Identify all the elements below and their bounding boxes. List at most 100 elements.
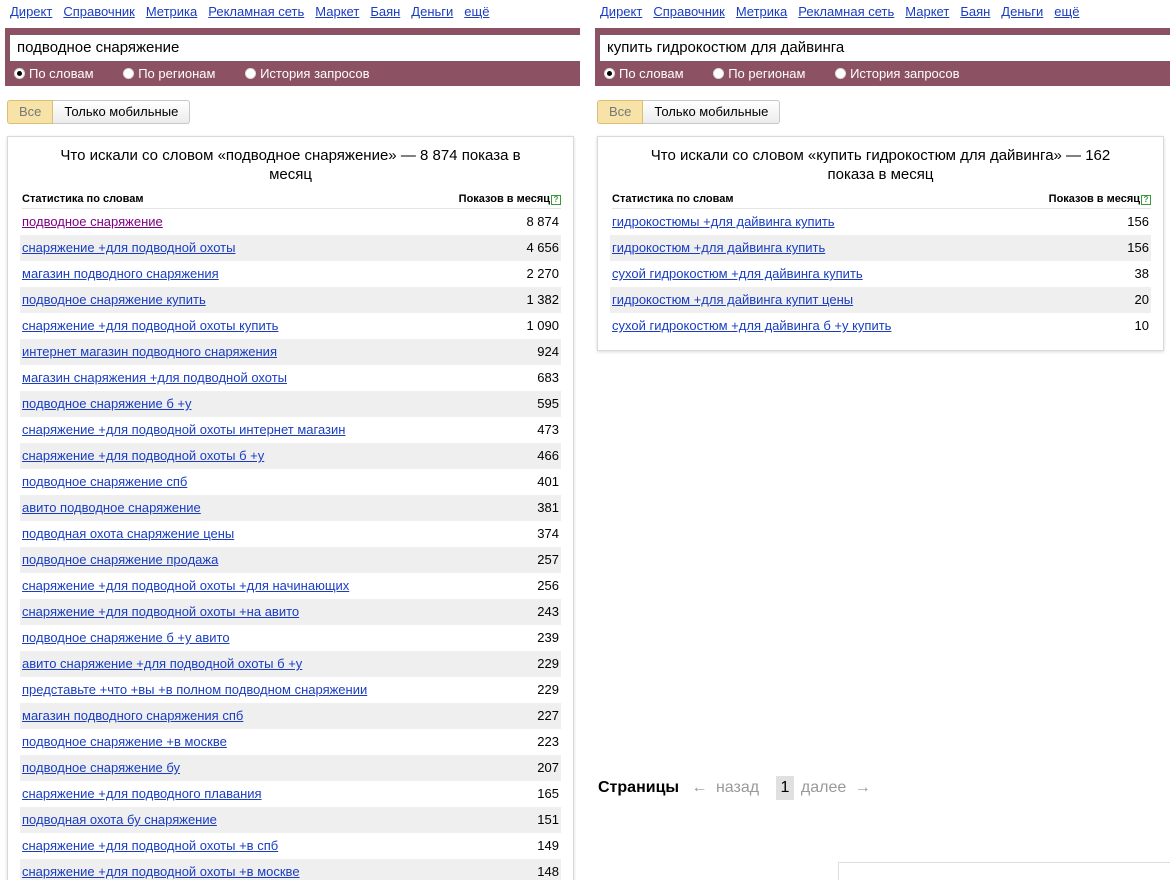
radio-query-history[interactable]: История запросов — [835, 66, 960, 82]
service-link-dengi[interactable]: Деньги — [1001, 4, 1043, 19]
service-link-dengi[interactable]: Деньги — [411, 4, 453, 19]
impressions-count: 20 — [1134, 292, 1149, 307]
radio-by-regions[interactable]: По регионам — [123, 66, 215, 82]
impressions-count: 256 — [537, 578, 559, 593]
phrase-link[interactable]: гидрокостюмы +для дайвинга купить — [612, 214, 835, 229]
help-icon[interactable]: ? — [1141, 195, 1151, 205]
radio-unchecked-icon — [123, 68, 135, 79]
filter-mobile-button[interactable]: Только мобильные — [53, 100, 191, 124]
table-row: сухой гидрокостюм +для дайвинга купить 38 — [610, 261, 1151, 287]
phrase-link[interactable]: подводная охота снаряжение цены — [22, 526, 234, 541]
phrase-link[interactable]: подводное снаряжение продажа — [22, 552, 218, 567]
impressions-count: 595 — [537, 396, 559, 411]
service-link-direct[interactable]: Директ — [10, 4, 52, 19]
service-link-market[interactable]: Маркет — [905, 4, 949, 19]
phrase-link[interactable]: авито снаряжение +для подводной охоты б … — [22, 656, 302, 671]
table-row: интернет магазин подводного снаряжения 92… — [20, 339, 561, 365]
service-link-bayan[interactable]: Баян — [960, 4, 990, 19]
phrase-link[interactable]: подводное снаряжение б +у — [22, 396, 192, 411]
phrase-link[interactable]: гидрокостюм +для дайвинга купит цены — [612, 292, 853, 307]
service-link-metrika[interactable]: Метрика — [146, 4, 197, 19]
table-row: подводное снаряжение бу 207 — [20, 755, 561, 781]
bottom-panel-edge — [838, 862, 1170, 880]
search-input[interactable]: купить гидрокостюм для дайвинга — [599, 34, 1170, 62]
service-link-direct[interactable]: Директ — [600, 4, 642, 19]
phrase-link[interactable]: подводное снаряжение купить — [22, 292, 206, 307]
radio-by-regions[interactable]: По регионам — [713, 66, 805, 82]
phrase-link[interactable]: подводное снаряжение бу — [22, 760, 180, 775]
service-link-spravochnik[interactable]: Справочник — [63, 4, 135, 19]
impressions-count: 257 — [537, 552, 559, 567]
phrase-link[interactable]: представьте +что +вы +в полном подводном… — [22, 682, 367, 697]
table-row: подводная охота снаряжение цены 374 — [20, 521, 561, 547]
table-row: магазин снаряжения +для подводной охоты 6… — [20, 365, 561, 391]
impressions-count: 381 — [537, 500, 559, 515]
table-header: Статистика по словам Показов в месяц? — [612, 189, 1151, 209]
phrase-link[interactable]: гидрокостюм +для дайвинга купить — [612, 240, 825, 255]
impressions-count: 243 — [537, 604, 559, 619]
radio-label: По регионам — [138, 66, 216, 81]
table-row: подводное снаряжение б +у авито 239 — [20, 625, 561, 651]
filter-all-button[interactable]: Все — [7, 100, 54, 124]
impressions-count: 473 — [537, 422, 559, 437]
service-link-market[interactable]: Маркет — [315, 4, 359, 19]
header-impressions: Показов в месяц — [458, 193, 550, 205]
service-link-spravochnik[interactable]: Справочник — [653, 4, 725, 19]
service-link-ad-network[interactable]: Рекламная сеть — [208, 4, 304, 19]
phrase-link[interactable]: снаряжение +для подводной охоты купить — [22, 318, 278, 333]
service-link-ad-network[interactable]: Рекламная сеть — [798, 4, 894, 19]
phrase-link[interactable]: снаряжение +для подводной охоты +в спб — [22, 838, 278, 853]
phrase-link[interactable]: подводное снаряжение спб — [22, 474, 187, 489]
prev-page-link[interactable]: назад — [716, 779, 759, 796]
phrase-link[interactable]: снаряжение +для подводной охоты — [22, 240, 235, 255]
filter-mobile-button[interactable]: Только мобильные — [643, 100, 781, 124]
phrase-link[interactable]: сухой гидрокостюм +для дайвинга купить — [612, 266, 863, 281]
radio-label: История запросов — [260, 66, 370, 81]
table-row: подводное снаряжение спб 401 — [20, 469, 561, 495]
radio-label: История запросов — [850, 66, 960, 81]
service-link-more[interactable]: ещё — [1054, 4, 1079, 19]
phrase-link[interactable]: подводное снаряжение — [22, 214, 163, 229]
search-mode-radios: По словам По регионам История запросов — [14, 66, 396, 82]
search-bar: подводное снаряжение По словам По регион… — [5, 28, 580, 86]
radio-checked-icon — [14, 68, 25, 79]
phrase-link[interactable]: снаряжение +для подводного плавания — [22, 786, 262, 801]
phrase-link[interactable]: интернет магазин подводного снаряжения — [22, 344, 277, 359]
table-row: авито подводное снаряжение 381 — [20, 495, 561, 521]
table-row: снаряжение +для подводной охоты интернет… — [20, 417, 561, 443]
table-row: снаряжение +для подводного плавания 165 — [20, 781, 561, 807]
radio-query-history[interactable]: История запросов — [245, 66, 370, 82]
help-icon[interactable]: ? — [551, 195, 561, 205]
table-row: магазин подводного снаряжения спб 227 — [20, 703, 561, 729]
radio-by-words[interactable]: По словам — [14, 66, 94, 82]
phrase-link[interactable]: снаряжение +для подводной охоты интернет… — [22, 422, 345, 437]
filter-all-button[interactable]: Все — [597, 100, 644, 124]
impressions-count: 151 — [537, 812, 559, 827]
phrase-link[interactable]: подводное снаряжение +в москве — [22, 734, 227, 749]
table-row: гидрокостюм +для дайвинга купит цены 20 — [610, 287, 1151, 313]
word-stats-panel: Что искали со словом «купить гидрокостюм… — [597, 136, 1164, 351]
phrase-link[interactable]: снаряжение +для подводной охоты б +у — [22, 448, 264, 463]
pagination-label: Страницы — [598, 779, 680, 796]
phrase-link[interactable]: снаряжение +для подводной охоты +для нач… — [22, 578, 349, 593]
service-link-metrika[interactable]: Метрика — [736, 4, 787, 19]
next-page-link[interactable]: далее — [801, 779, 846, 796]
impressions-count: 229 — [537, 656, 559, 671]
search-input[interactable]: подводное снаряжение — [9, 34, 580, 62]
radio-by-words[interactable]: По словам — [604, 66, 684, 82]
phrase-link[interactable]: подводная охота бу снаряжение — [22, 812, 217, 827]
phrase-link[interactable]: снаряжение +для подводной охоты +в москв… — [22, 864, 300, 879]
service-link-more[interactable]: ещё — [464, 4, 489, 19]
phrase-link[interactable]: подводное снаряжение б +у авито — [22, 630, 230, 645]
phrase-link[interactable]: магазин снаряжения +для подводной охоты — [22, 370, 287, 385]
phrase-link[interactable]: снаряжение +для подводной охоты +на авит… — [22, 604, 299, 619]
phrase-link[interactable]: магазин подводного снаряжения — [22, 266, 219, 281]
pagination: Страницы ← назад 1 далее → — [598, 776, 875, 800]
impressions-count: 165 — [537, 786, 559, 801]
phrase-link[interactable]: магазин подводного снаряжения спб — [22, 708, 243, 723]
impressions-count: 374 — [537, 526, 559, 541]
phrase-link[interactable]: сухой гидрокостюм +для дайвинга б +у куп… — [612, 318, 891, 333]
impressions-count: 239 — [537, 630, 559, 645]
phrase-link[interactable]: авито подводное снаряжение — [22, 500, 201, 515]
service-link-bayan[interactable]: Баян — [370, 4, 400, 19]
